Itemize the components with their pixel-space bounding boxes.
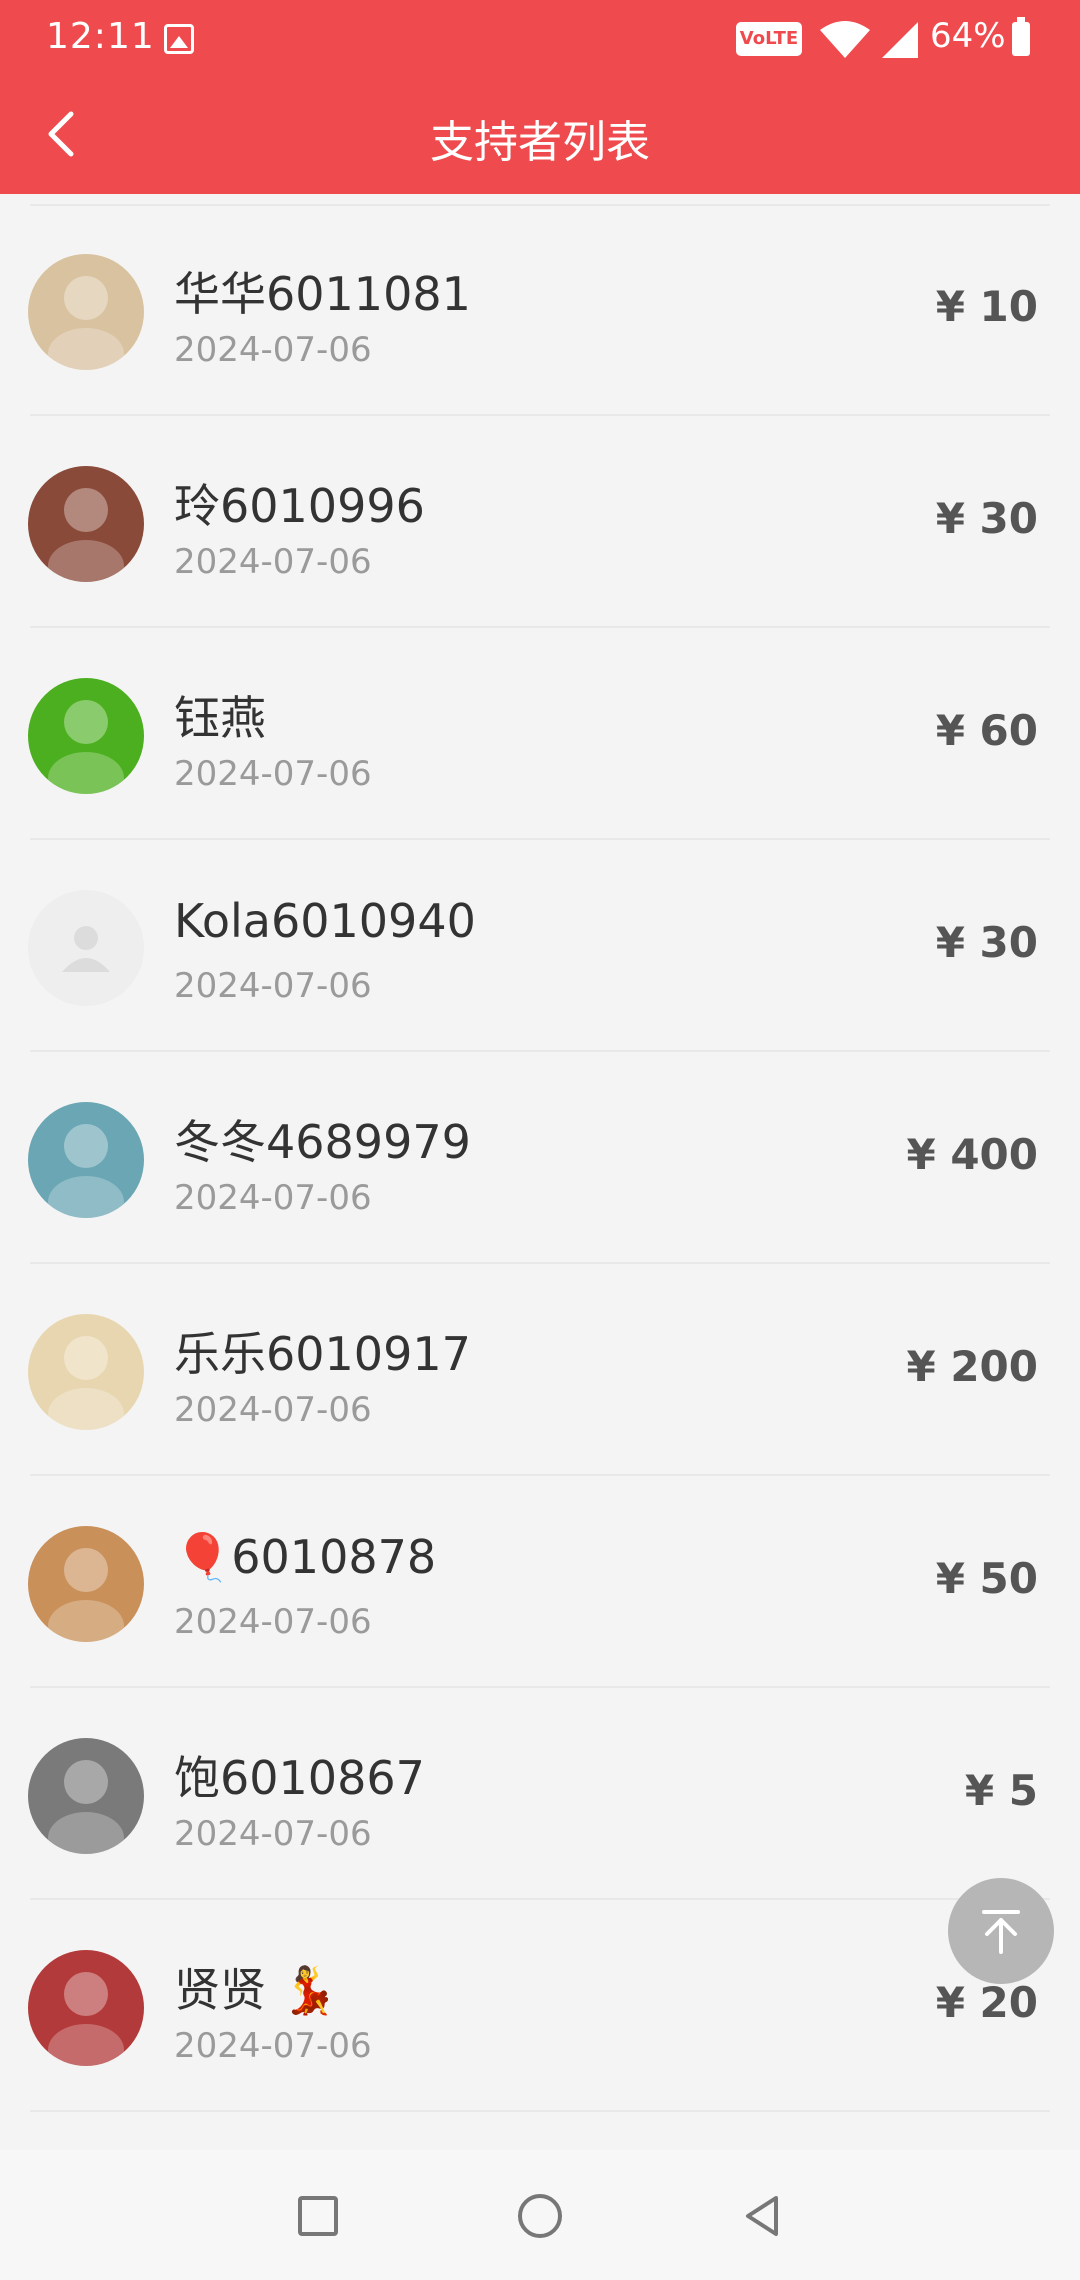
avatar-image: [48, 488, 124, 582]
flower-avatar[interactable]: [28, 1314, 144, 1430]
supporter-row[interactable]: 华华6011081 2024-07-06 ¥ 10: [0, 204, 1080, 416]
battery-percent: 64%: [930, 16, 1006, 56]
girl-avatar[interactable]: [28, 466, 144, 582]
arrow-up-to-line-icon: [982, 1910, 1020, 1954]
support-date: 2024-07-06: [174, 1602, 372, 1642]
avatar-image: [48, 276, 124, 370]
signal-icon: [882, 22, 918, 58]
princess-avatar[interactable]: [28, 1738, 144, 1854]
support-date: 2024-07-06: [174, 542, 372, 582]
support-amount: ¥ 20: [935, 1978, 1038, 2027]
supporter-row[interactable]: 玲6010996 2024-07-06 ¥ 30: [0, 416, 1080, 628]
title-bar: 支持者列表: [0, 80, 1080, 194]
default-user-icon: [62, 926, 110, 972]
support-amount: ¥ 60: [935, 706, 1038, 755]
avatar-image: [48, 1760, 124, 1854]
supporter-row[interactable]: 饱6010867 2024-07-06 ¥ 5: [0, 1688, 1080, 1900]
support-date: 2024-07-06: [174, 966, 372, 1006]
support-amount: ¥ 400: [906, 1130, 1038, 1179]
home-button[interactable]: [518, 2194, 562, 2238]
avatar-image: [48, 1972, 124, 2066]
support-amount: ¥ 10: [935, 282, 1038, 331]
avatar-image: [48, 1336, 124, 1430]
supporter-list: 华华6011081 2024-07-06 ¥ 10 玲6010996 2024-07-0…: [0, 204, 1080, 2112]
woman-photo-avatar[interactable]: [28, 1950, 144, 2066]
avatar-image: [48, 1548, 124, 1642]
header: 12:11 VoLTE 64% 支持者列表: [0, 0, 1080, 194]
supporter-name: 饱6010867: [174, 1751, 425, 1805]
supporter-name: 贤贤 💃: [174, 1963, 338, 2017]
supporter-name: Kola6010940: [174, 894, 476, 948]
support-date: 2024-07-06: [174, 1390, 372, 1430]
support-amount: ¥ 200: [906, 1342, 1038, 1391]
water-drop-avatar[interactable]: [28, 678, 144, 794]
supporter-row[interactable]: Kola6010940 2024-07-06 ¥ 30: [0, 840, 1080, 1052]
supporter-row[interactable]: 贤贤 💃 2024-07-06 ¥ 20: [0, 1900, 1080, 2112]
page-title: 支持者列表: [430, 117, 650, 168]
crowned-cat-avatar[interactable]: [28, 1526, 144, 1642]
support-amount: ¥ 30: [935, 494, 1038, 543]
supporter-name: 华华6011081: [174, 267, 471, 321]
app-screen: 12:11 VoLTE 64% 支持者列表 华华6011081 2024-07-0…: [0, 0, 1080, 2280]
supporter-name: 乐乐6010917: [174, 1327, 471, 1381]
supporter-name: 钰燕: [174, 691, 266, 745]
cat-avatar[interactable]: [28, 254, 144, 370]
supporter-row[interactable]: 乐乐6010917 2024-07-06 ¥ 200: [0, 1264, 1080, 1476]
battery-icon: [1012, 17, 1030, 56]
navigation-bar: [0, 2150, 1080, 2280]
support-date: 2024-07-06: [174, 2026, 372, 2066]
supporter-name: 🎈6010878: [174, 1530, 437, 1584]
supporter-name: 冬冬4689979: [174, 1115, 471, 1169]
image-notification-icon: [164, 24, 194, 54]
back-to-top-button[interactable]: [948, 1878, 1054, 1984]
avatar-image: [48, 1124, 124, 1218]
wifi-icon: [820, 21, 870, 58]
support-date: 2024-07-06: [174, 754, 372, 794]
supporter-row[interactable]: 钰燕 2024-07-06 ¥ 60: [0, 628, 1080, 840]
status-bar: 12:11 VoLTE 64%: [0, 0, 1080, 80]
nav-back-button[interactable]: [740, 2194, 784, 2238]
support-amount: ¥ 30: [935, 918, 1038, 967]
supporter-name: 玲6010996: [174, 479, 425, 533]
avatar-image: [48, 700, 124, 794]
supporter-row[interactable]: 冬冬4689979 2024-07-06 ¥ 400: [0, 1052, 1080, 1264]
default-user-avatar[interactable]: [28, 890, 144, 1006]
cartoon-girl-avatar[interactable]: [28, 1102, 144, 1218]
volte-badge: VoLTE: [736, 22, 802, 56]
support-date: 2024-07-06: [174, 1178, 372, 1218]
support-date: 2024-07-06: [174, 1814, 372, 1854]
status-time: 12:11: [46, 16, 155, 57]
support-date: 2024-07-06: [174, 330, 372, 370]
support-amount: ¥ 50: [935, 1554, 1038, 1603]
recents-button[interactable]: [298, 2196, 338, 2236]
support-amount: ¥ 5: [964, 1766, 1038, 1815]
supporter-row[interactable]: 🎈6010878 2024-07-06 ¥ 50: [0, 1476, 1080, 1688]
